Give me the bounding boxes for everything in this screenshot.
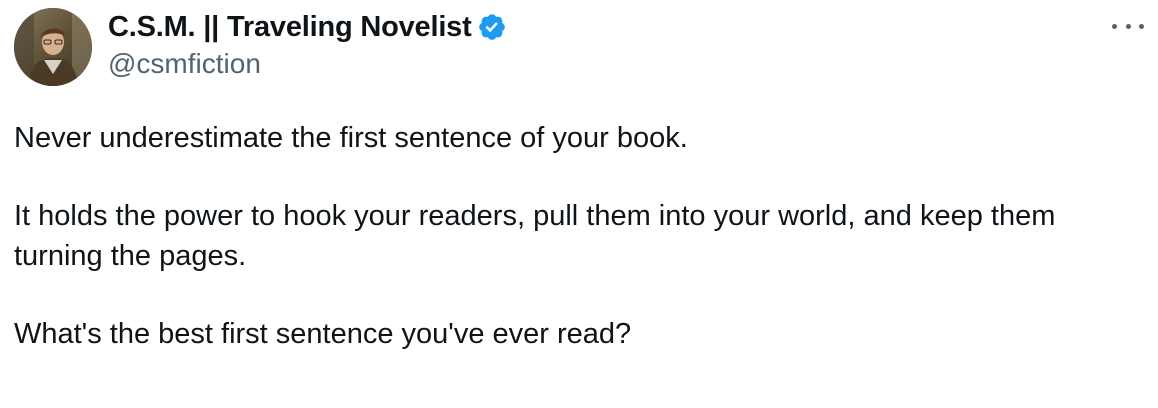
tweet-text: Never underestimate the first sentence o…	[14, 118, 1134, 354]
dot	[1125, 23, 1131, 29]
author-handle[interactable]: @csmfiction	[108, 48, 261, 80]
more-options-icon[interactable]	[1112, 14, 1144, 38]
tweet-paragraph: Never underestimate the first sentence o…	[14, 122, 688, 154]
dot	[1139, 23, 1144, 29]
dot	[1112, 23, 1117, 29]
tweet-paragraph: What's the best first sentence you've ev…	[14, 318, 632, 350]
author-name-row: C.S.M. || Traveling Novelist	[108, 8, 507, 46]
avatar-image	[14, 8, 92, 86]
avatar[interactable]	[14, 8, 92, 86]
tweet-paragraph: It holds the power to hook your readers,…	[14, 200, 1056, 272]
verified-badge-icon[interactable]	[477, 12, 507, 42]
tweet-card: C.S.M. || Traveling Novelist @csmfiction…	[0, 0, 1158, 408]
author-display-name[interactable]: C.S.M. || Traveling Novelist	[108, 11, 472, 44]
